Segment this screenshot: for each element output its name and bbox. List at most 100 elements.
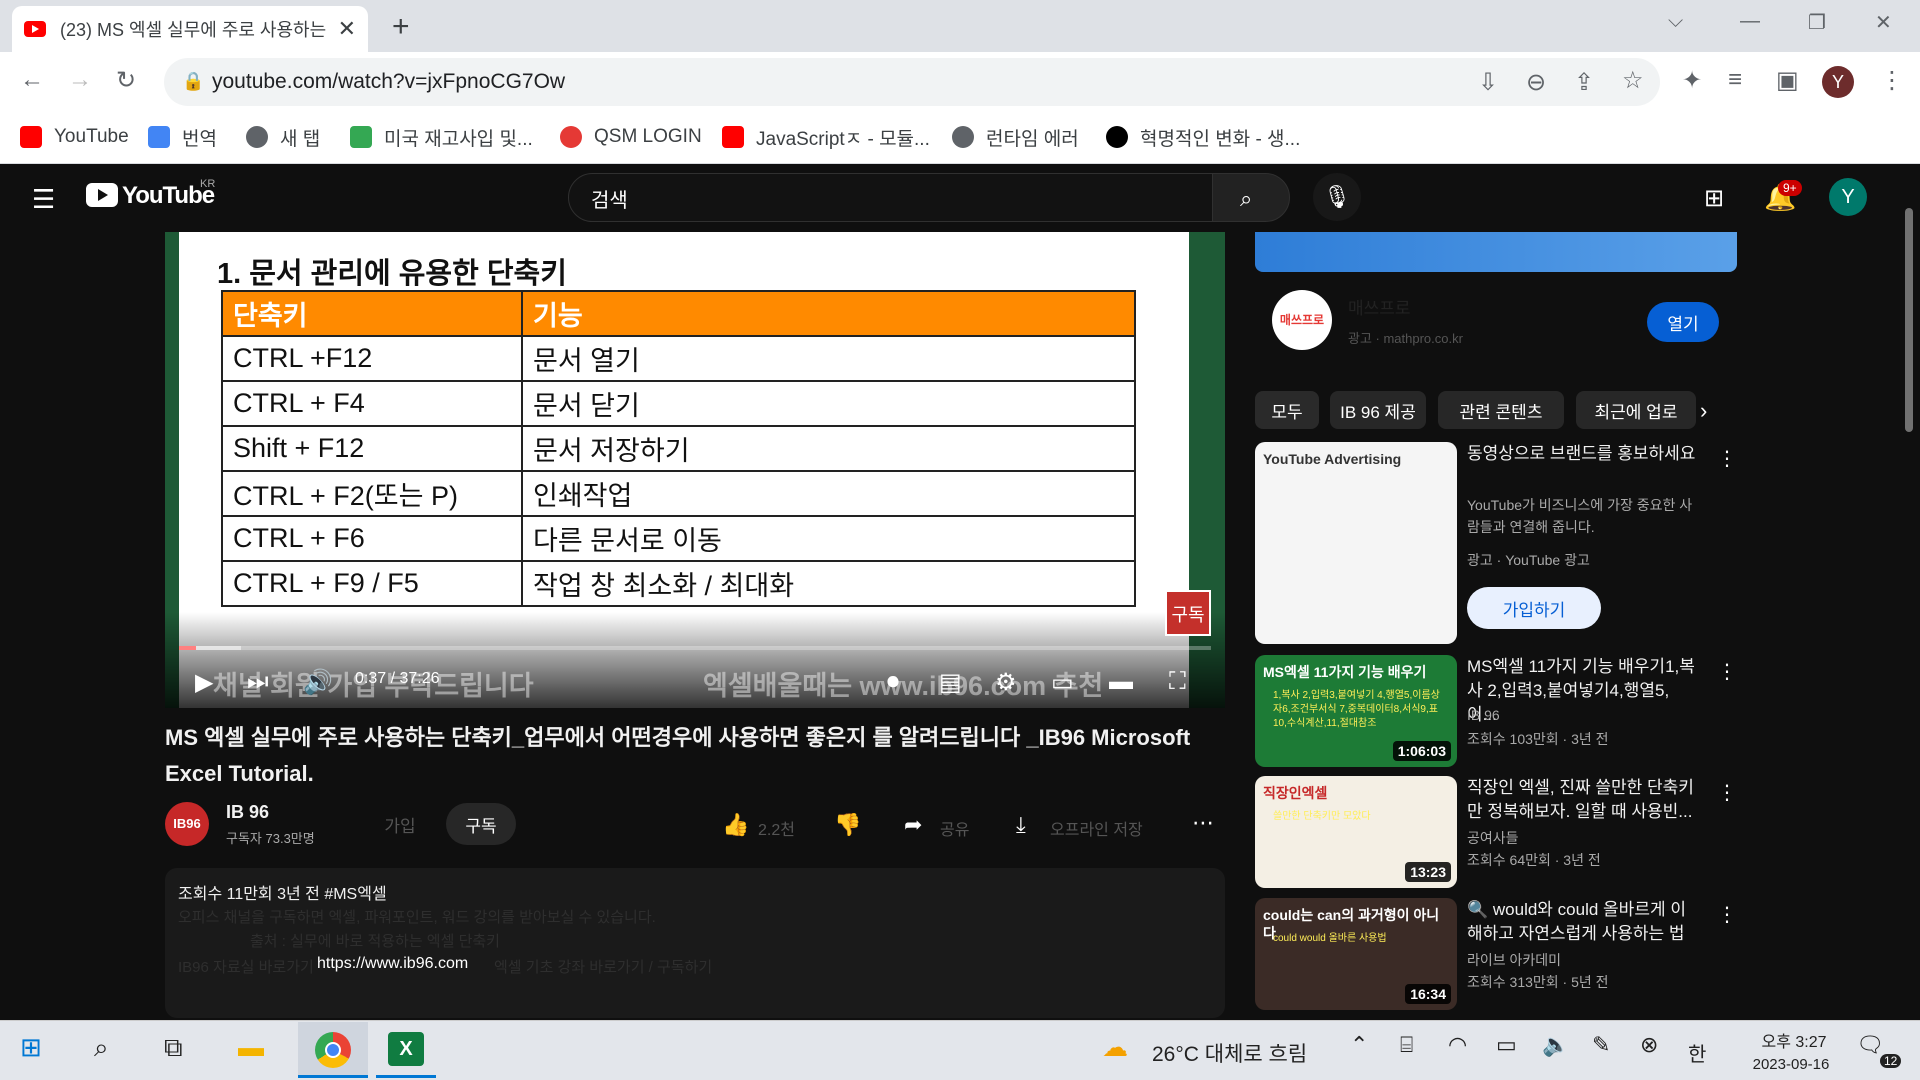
recommended-title[interactable]: 직장인 엑셀, 진짜 쓸만한 단축키만 정복해보자. 일할 때 사용빈...: [1467, 776, 1697, 824]
filter-chip[interactable]: 관련 콘텐츠: [1438, 391, 1564, 429]
fullscreen-icon[interactable]: ⛶: [1169, 668, 1186, 696]
bookmark-item[interactable]: 런타임 에러: [952, 122, 1079, 152]
bookmark-item[interactable]: 번역: [148, 122, 217, 152]
bookmark-item[interactable]: 새 탭: [246, 122, 320, 152]
like-icon[interactable]: 👍: [722, 812, 749, 838]
share-label[interactable]: 공유: [940, 816, 969, 840]
ad-name[interactable]: 매쓰프로: [1348, 294, 1411, 319]
join-button[interactable]: 가입: [350, 803, 450, 845]
share-arrow-icon[interactable]: ➦: [904, 812, 922, 838]
recommended-channel[interactable]: IB 96: [1467, 707, 1500, 723]
more-options-icon[interactable]: ⋮: [1717, 902, 1737, 927]
recommended-video[interactable]: MS엑셀 11가지 기능 배우기 1,복사 2,입력3,붙여넣기 4,행열5,이름…: [1255, 655, 1737, 767]
recommended-channel[interactable]: 라이브 아카데미: [1467, 950, 1561, 970]
back-arrow-icon[interactable]: ←: [20, 66, 44, 94]
play-icon[interactable]: ▶: [195, 668, 213, 697]
search-button[interactable]: ⌕: [1212, 173, 1290, 222]
video-thumbnail[interactable]: YouTube Advertising: [1255, 442, 1457, 644]
bookmark-item[interactable]: YouTube: [20, 122, 129, 152]
notification-center-icon[interactable]: 🗨: [1856, 1032, 1884, 1058]
channel-name[interactable]: IB 96: [226, 802, 269, 823]
install-app-icon[interactable]: ⇩: [1478, 68, 1498, 97]
ime-indicator[interactable]: 한: [1688, 1038, 1706, 1067]
extensions-icon[interactable]: ✦: [1682, 66, 1702, 95]
browser-tab-active[interactable]: (23) MS 엑셀 실무에 주로 사용하는 ✕: [12, 6, 368, 52]
wifi-icon[interactable]: ◠: [1448, 1032, 1467, 1058]
recommended-title[interactable]: MS엑셀 11가지 기능 배우기1,복사 2,입력3,붙여넣기4,행열5,이..…: [1467, 655, 1697, 727]
download-icon[interactable]: ⤓: [1016, 812, 1026, 838]
recommended-channel[interactable]: 공여사들: [1467, 828, 1519, 848]
battery-icon[interactable]: ▭: [1496, 1032, 1517, 1058]
media-control-icon[interactable]: ≡: [1728, 66, 1742, 94]
ime-off-icon[interactable]: ⊗: [1640, 1032, 1658, 1058]
bookmark-item[interactable]: JavaScriptㅈ - 모듈...: [722, 122, 930, 152]
forward-arrow-icon[interactable]: →: [68, 66, 92, 94]
new-tab-icon[interactable]: +: [392, 10, 410, 44]
weather-icon[interactable]: ☁: [1102, 1032, 1128, 1063]
subscribe-button[interactable]: 구독: [446, 803, 516, 845]
dislike-icon[interactable]: 👎: [834, 812, 861, 838]
ad-logo[interactable]: 매쓰프로: [1272, 290, 1332, 350]
ad-open-button[interactable]: 열기: [1647, 302, 1719, 342]
taskbar-search-icon[interactable]: ⌕: [94, 1032, 109, 1064]
recommended-title[interactable]: 동영상으로 브랜드를 홍보하세요: [1467, 442, 1697, 466]
weather-text[interactable]: 26°C 대체로 흐림: [1152, 1038, 1307, 1068]
captions-icon[interactable]: ▤: [939, 668, 962, 697]
clock-date[interactable]: 2023-09-16: [1736, 1056, 1846, 1073]
download-label[interactable]: 오프라인 저장: [1050, 816, 1143, 840]
more-options-icon[interactable]: ⋮: [1717, 780, 1737, 805]
share-icon[interactable]: ⇪: [1574, 68, 1594, 97]
next-video-icon[interactable]: ⏭: [247, 668, 269, 696]
video-thumbnail[interactable]: could는 can의 과거형이 아니다 could would 올바른 사용법 1…: [1255, 898, 1457, 1010]
chrome-taskbar-item[interactable]: [298, 1022, 368, 1078]
reload-icon[interactable]: ↻: [116, 66, 136, 95]
account-avatar[interactable]: Y: [1829, 178, 1867, 216]
clock-time[interactable]: 오후 3:27: [1744, 1028, 1844, 1052]
more-options-icon[interactable]: ⋮: [1717, 659, 1737, 684]
search-input[interactable]: 검색: [568, 173, 1213, 222]
close-window-icon[interactable]: ✕: [1875, 10, 1892, 35]
youtube-logo-icon[interactable]: [86, 183, 118, 207]
description-link[interactable]: https://www.ib96.com: [317, 955, 468, 973]
recommended-video[interactable]: could는 can의 과거형이 아니다 could would 올바른 사용법 1…: [1255, 898, 1737, 1010]
video-thumbnail[interactable]: 직장인엑셀 쓸만한 단축키만 모았다 13:23: [1255, 776, 1457, 888]
volume-icon[interactable]: 🔊: [303, 668, 333, 697]
filter-chip[interactable]: 최근에 업로: [1576, 391, 1696, 429]
ad-banner-image[interactable]: [1255, 232, 1737, 272]
minimize-icon[interactable]: —: [1740, 10, 1760, 33]
subscribe-watermark[interactable]: 구독: [1165, 590, 1211, 636]
like-count[interactable]: 2.2천: [758, 816, 795, 840]
chips-next-icon[interactable]: ›: [1700, 398, 1707, 424]
profile-avatar[interactable]: Y: [1822, 66, 1854, 98]
windows-start-icon[interactable]: ⊞: [20, 1032, 42, 1063]
bookmark-item[interactable]: 미국 재고사입 및...: [350, 122, 533, 152]
miniplayer-icon[interactable]: ▭: [1051, 668, 1074, 697]
video-player[interactable]: 1. 문서 관리에 유용한 단축키 단축키 기능 CTRL +F12 문서 열기 C…: [165, 232, 1225, 708]
pen-icon[interactable]: ✎: [1592, 1032, 1610, 1058]
file-explorer-icon[interactable]: ▬: [238, 1032, 264, 1063]
tray-chevron-icon[interactable]: ⌃: [1350, 1032, 1368, 1058]
speaker-icon[interactable]: 🔈: [1542, 1032, 1569, 1058]
recommended-title[interactable]: 🔍 would와 could 올바르게 이해하고 자연스럽게 사용하는 법: [1467, 898, 1697, 946]
bookmark-item[interactable]: QSM LOGIN: [560, 122, 702, 152]
task-view-icon[interactable]: ⧉: [164, 1032, 183, 1064]
zoom-icon[interactable]: ⊖: [1526, 68, 1546, 97]
recommended-video[interactable]: YouTube Advertising 동영상으로 브랜드를 홍보하세요 YouTu…: [1255, 442, 1737, 644]
bookmark-item[interactable]: 혁명적인 변화 - 생...: [1106, 122, 1300, 152]
hamburger-menu-icon[interactable]: ☰: [32, 184, 55, 215]
page-scrollbar[interactable]: [1905, 208, 1913, 432]
voice-search-icon[interactable]: 🎙: [1313, 173, 1361, 221]
chrome-menu-icon[interactable]: ⋮: [1880, 66, 1904, 95]
video-thumbnail[interactable]: MS엑셀 11가지 기능 배우기 1,복사 2,입력3,붙여넣기 4,행열5,이름…: [1255, 655, 1457, 767]
channel-avatar[interactable]: IB96: [165, 802, 209, 846]
filter-chip[interactable]: IB 96 제공: [1330, 391, 1426, 429]
lock-icon[interactable]: 🔒: [182, 71, 204, 92]
filter-chip[interactable]: 모두: [1255, 391, 1319, 429]
bookmark-star-icon[interactable]: ☆: [1622, 66, 1644, 95]
side-panel-icon[interactable]: ▣: [1776, 66, 1799, 95]
restore-icon[interactable]: ❐: [1808, 10, 1826, 35]
progress-bar[interactable]: [179, 646, 1211, 650]
ad-cta-button[interactable]: 가입하기: [1467, 587, 1601, 629]
recommended-video[interactable]: 직장인엑셀 쓸만한 단축키만 모았다 13:23 직장인 엑셀, 진짜 쓸만한 단축키…: [1255, 776, 1737, 888]
autoplay-toggle-icon[interactable]: ⏺: [887, 668, 899, 696]
